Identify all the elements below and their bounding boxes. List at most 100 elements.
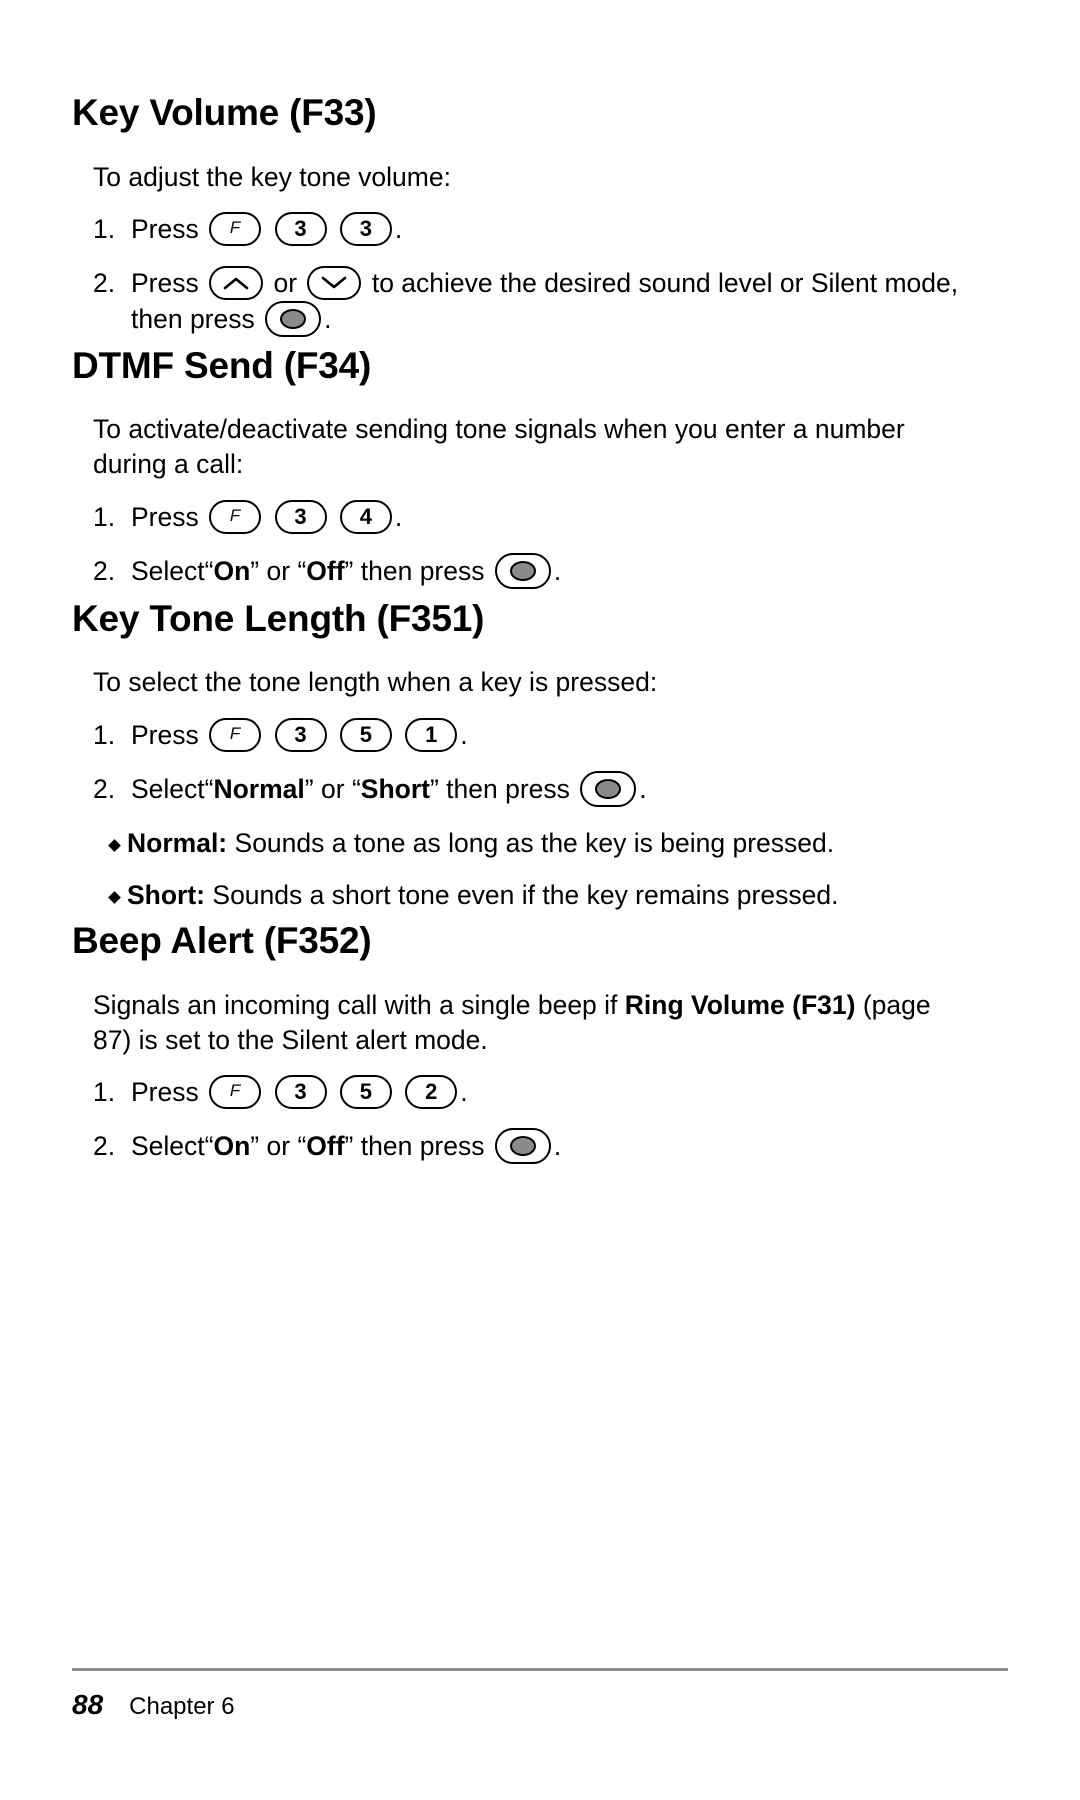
key-3[interactable]: 3: [274, 1075, 327, 1109]
step-dtmf-2: 2. Select“On” or “Off” then press .: [93, 553, 993, 591]
step-period: .: [553, 556, 562, 586]
bullet-term: Short:: [127, 880, 206, 910]
key-function[interactable]: F: [209, 718, 262, 752]
step-verb: Press: [131, 720, 199, 750]
step-verb: Press: [131, 214, 199, 244]
intro-part-1: Signals an incoming call with a single b…: [93, 990, 625, 1020]
step-instruction: then press: [360, 556, 485, 586]
bullet-text: Sounds a tone as long as the key is bein…: [234, 828, 835, 858]
step-verb: Press: [131, 502, 199, 532]
key-select-ok[interactable]: [580, 771, 637, 807]
step-number: 1.: [93, 502, 116, 532]
step-text: Press F 3 5 2.: [131, 1075, 993, 1111]
quote-close: ”: [344, 1131, 354, 1161]
key-2[interactable]: 2: [405, 1075, 458, 1109]
footer-divider: [72, 1668, 1008, 1671]
key-3[interactable]: 3: [274, 718, 327, 752]
step-verb: Press: [131, 1077, 199, 1107]
step-text: Select“On” or “Off” then press .: [131, 1128, 993, 1166]
step-text: Select“On” or “Off” then press .: [131, 553, 993, 591]
quote-close: ”: [429, 774, 439, 804]
key-3[interactable]: 3: [274, 212, 327, 246]
key-3[interactable]: 3: [339, 212, 392, 246]
conjunction-or: or: [273, 268, 298, 298]
step-number: 2.: [93, 1131, 116, 1161]
option-normal: Normal: [213, 774, 305, 804]
step-number: 2.: [93, 774, 116, 804]
section-title-beep-alert: Beep Alert (F352): [72, 920, 372, 961]
step-number: 1.: [93, 214, 116, 244]
step-verb: Select: [131, 1131, 205, 1161]
conjunction-or: or: [266, 1131, 291, 1161]
key-function[interactable]: F: [209, 1075, 262, 1109]
step-dtmf-1: 1. Press F 3 4.: [93, 500, 993, 536]
intro-key-tone-length: To select the tone length when a key is …: [93, 667, 658, 697]
footer: 88 Chapter 6: [72, 1689, 235, 1721]
step-period: .: [324, 304, 332, 334]
quote-open: “: [351, 774, 361, 804]
bullet-text: Sounds a short tone even if the key rema…: [212, 880, 839, 910]
section-title-dtmf-send: DTMF Send (F34): [72, 345, 372, 386]
intro-beep-alert: Signals an incoming call with a single b…: [93, 988, 973, 1058]
quote-close: ”: [250, 1131, 260, 1161]
step-period: .: [460, 720, 468, 750]
step-number: 2.: [93, 268, 116, 298]
step-text: Select“Normal” or “Short” then press .: [131, 771, 993, 809]
step-beep-2: 2. Select“On” or “Off” then press .: [93, 1128, 993, 1166]
quote-close: ”: [304, 774, 314, 804]
step-period: .: [639, 774, 647, 804]
chapter-label: Chapter 6: [129, 1693, 235, 1720]
diamond-bullet-icon: [108, 839, 121, 852]
key-5[interactable]: 5: [339, 1075, 392, 1109]
intro-bold-ref: Ring Volume (F31): [624, 990, 856, 1020]
key-select-ok[interactable]: [494, 1128, 551, 1164]
step-text: Press F 3 5 1.: [131, 718, 993, 754]
quote-open: “: [297, 1131, 307, 1161]
step-number: 2.: [93, 556, 116, 586]
quote-close: ”: [344, 556, 354, 586]
step-period: .: [553, 1131, 562, 1161]
step-key-volume-1: 1. Press F 3 3.: [93, 212, 993, 248]
step-instruction: then press: [360, 1131, 485, 1161]
step-period: .: [394, 214, 403, 244]
key-select-ok[interactable]: [265, 301, 322, 337]
quote-open: “: [297, 556, 307, 586]
option-short: Short: [360, 774, 430, 804]
key-4[interactable]: 4: [339, 500, 392, 534]
key-1[interactable]: 1: [405, 718, 458, 752]
step-beep-1: 1. Press F 3 5 2.: [93, 1075, 993, 1111]
option-on: On: [213, 556, 251, 586]
key-select-ok[interactable]: [494, 553, 551, 589]
diamond-bullet-icon: [108, 891, 121, 904]
key-5[interactable]: 5: [339, 718, 392, 752]
intro-key-volume: To adjust the key tone volume:: [93, 162, 451, 192]
step-period: .: [394, 502, 403, 532]
step-key-tone-1: 1. Press F 3 5 1.: [93, 718, 993, 754]
bullet-normal: Normal: Sounds a tone as long as the key…: [108, 826, 1010, 861]
key-3[interactable]: 3: [274, 500, 327, 534]
quote-close: ”: [250, 556, 260, 586]
key-function[interactable]: F: [209, 212, 262, 246]
manual-page: Key Volume (F33) To adjust the key tone …: [0, 0, 1080, 1800]
key-up-arrow-icon[interactable]: [209, 266, 264, 300]
conjunction-or: or: [266, 556, 291, 586]
step-text: Press F 3 4.: [131, 500, 993, 536]
step-text: Press or to achieve the desired sound le…: [131, 266, 998, 339]
step-instruction: then press: [446, 774, 570, 804]
bullet-term: Normal:: [127, 828, 228, 858]
step-verb: Press: [131, 268, 199, 298]
key-down-arrow-icon[interactable]: [307, 266, 362, 300]
intro-dtmf-send: To activate/deactivate sending tone sign…: [93, 414, 905, 479]
section-title-key-volume: Key Volume (F33): [72, 92, 377, 133]
step-key-volume-2: 2. Press or to achieve the desired sound…: [93, 266, 998, 339]
step-key-tone-2: 2. Select“Normal” or “Short” then press …: [93, 771, 993, 809]
page-number: 88: [72, 1689, 104, 1720]
option-off: Off: [306, 1131, 345, 1161]
step-period: .: [460, 1077, 468, 1107]
step-verb: Select: [131, 556, 205, 586]
bullet-short: Short: Sounds a short tone even if the k…: [108, 878, 1010, 913]
step-number: 1.: [93, 720, 116, 750]
step-text: Press F 3 3.: [131, 212, 993, 248]
key-function[interactable]: F: [209, 500, 262, 534]
step-verb: Select: [131, 774, 205, 804]
